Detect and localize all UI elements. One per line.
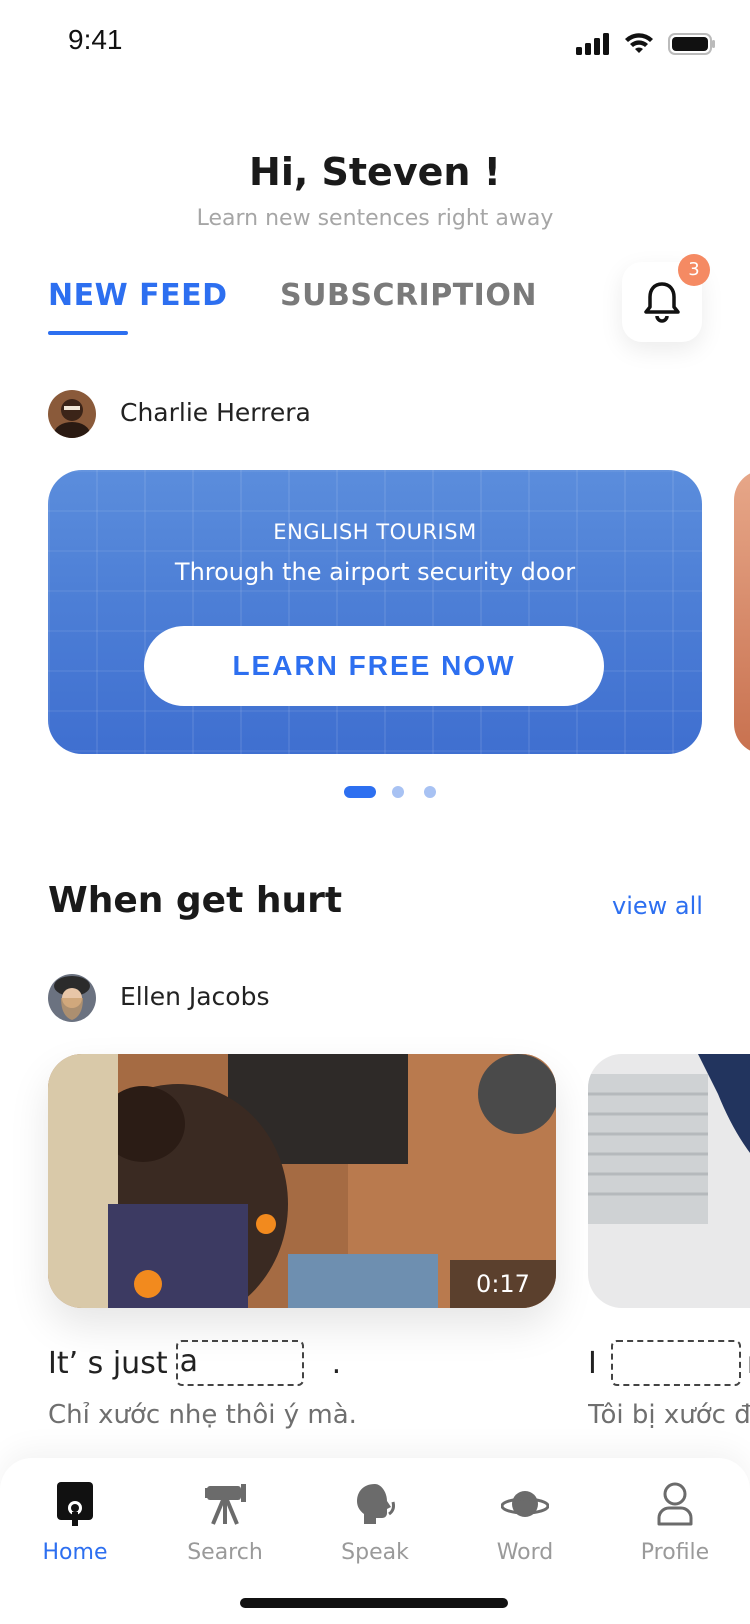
card-title: Through the airport security door [174,558,576,586]
signal-icon [576,33,609,55]
wifi-icon [625,33,653,53]
nav-label: Word [496,1540,554,1565]
status-icons [576,32,716,56]
avatar-image [48,974,96,1022]
nav-label: Speak [341,1540,409,1565]
video-thumbnail [588,1054,750,1308]
fill-blank-sentence: I r [588,1340,750,1386]
pager-dot-active[interactable] [344,786,376,798]
video-card[interactable]: 0:17 [48,1054,556,1308]
sentence-translation: Tôi bị xước đ [588,1400,750,1430]
feed-author-name[interactable]: Charlie Herrera [120,398,311,427]
learn-free-now-button[interactable]: LEARN FREE NOW [144,626,604,706]
video-duration: 0:17 [450,1260,556,1308]
home-indicator [240,1598,508,1608]
sentence-end: . [331,1345,342,1381]
fill-blank-sentence: It’ s just a . [48,1340,341,1386]
nav-label: Profile [640,1540,710,1565]
status-time: 9:41 [68,24,123,55]
nav-label: Home [42,1540,108,1565]
nav-label: Search [187,1540,263,1565]
planet-icon [501,1491,549,1517]
notification-badge: 3 [678,254,710,286]
nav-profile[interactable]: Profile [600,1482,750,1565]
pager-dot[interactable] [424,786,436,798]
tab-subscription[interactable]: SUBSCRIPTION [280,278,537,313]
video-card[interactable] [588,1054,750,1308]
feature-card[interactable]: ENGLISH TOURISM Through the airport secu… [48,470,702,754]
nav-home[interactable]: Home [0,1482,150,1565]
section-author-name[interactable]: Ellen Jacobs [120,982,270,1011]
profile-icon [657,1482,693,1526]
active-tab-indicator [48,331,128,335]
card-background-pattern [48,470,702,754]
bell-icon [644,282,680,323]
greeting-subtitle: Learn new sentences right away [196,206,554,231]
nav-word[interactable]: Word [450,1482,600,1565]
avatar-image [48,390,96,438]
section-title: When get hurt [48,880,343,921]
tab-new-feed[interactable]: NEW FEED [48,278,228,313]
sentence-text: I [588,1345,597,1381]
sentence-text: It’ s just [48,1345,168,1381]
answer-blank[interactable]: a [175,1340,304,1386]
next-feature-card[interactable] [734,470,750,754]
speak-icon [357,1484,395,1524]
battery-icon [668,33,715,55]
nav-search[interactable]: Search [150,1482,300,1565]
avatar[interactable] [48,390,96,438]
avatar[interactable] [48,974,96,1022]
answer-blank[interactable] [610,1340,741,1386]
telescope-icon [205,1484,246,1525]
greeting-title: Hi, Steven ! [249,150,501,194]
sentence-translation: Chỉ xước nhẹ thôi ý mà. [48,1400,357,1430]
pager-dot[interactable] [392,786,404,798]
nav-speak[interactable]: Speak [300,1482,450,1565]
blank-prefix: a [179,1344,198,1379]
card-category: ENGLISH TOURISM [273,520,477,544]
home-icon [57,1482,93,1526]
view-all-link[interactable]: view all [612,892,703,920]
